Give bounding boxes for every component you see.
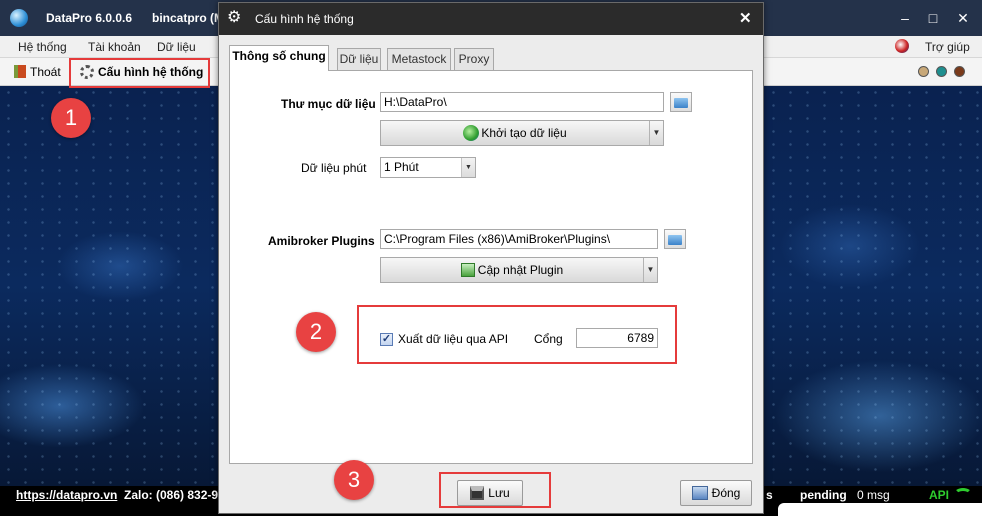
maximize-button[interactable]: □ — [922, 7, 944, 29]
zalo-contact: Zalo: (086) 832-9 — [124, 488, 219, 502]
browse-data-folder-button[interactable] — [670, 92, 692, 112]
app-logo-icon — [10, 9, 28, 27]
menu-tai-khoan[interactable]: Tài khoản — [88, 40, 141, 54]
msg-count: 0 msg — [857, 488, 890, 502]
website-link[interactable]: https://datapro.vn — [16, 488, 117, 502]
amibroker-label: Amibroker Plugins — [268, 234, 375, 248]
dialog-title: Cấu hình hệ thống — [255, 12, 354, 26]
minimize-button[interactable]: – — [894, 7, 916, 29]
init-data-label: Khởi tạo dữ liệu — [481, 126, 567, 140]
status-dot-1 — [918, 66, 929, 77]
update-plugin-button[interactable]: Cập nhật Plugin ▼ — [380, 257, 658, 283]
tab-du-lieu[interactable]: Dữ liệu — [337, 48, 381, 70]
highlight-save-button — [439, 472, 551, 508]
minute-data-value: 1 Phút — [384, 160, 419, 174]
chevron-down-icon: ▼ — [461, 158, 475, 177]
menu-tro-giup[interactable]: Trợ giúp — [925, 40, 970, 54]
api-status: API — [929, 488, 950, 502]
update-plugin-dropdown-icon[interactable]: ▼ — [643, 258, 657, 282]
exit-icon — [14, 65, 26, 78]
status-dot-2 — [936, 66, 947, 77]
folder-icon — [674, 98, 688, 108]
amibroker-path-input[interactable]: C:\Program Files (x86)\AmiBroker\Plugins… — [380, 229, 658, 249]
tab-panel-general: Thư mục dữ liệu H:\DataPro\ Khởi tạo dữ … — [229, 70, 753, 464]
highlight-system-config — [69, 58, 210, 88]
exit-button[interactable]: Thoát — [14, 62, 61, 82]
exit-door-icon — [691, 486, 708, 500]
close-button[interactable]: Đóng — [680, 480, 752, 506]
tab-proxy[interactable]: Proxy — [454, 48, 494, 70]
exit-button-label: Thoát — [30, 65, 61, 79]
step-badge-1: 1 — [51, 98, 91, 138]
folder-icon — [668, 235, 682, 245]
tab-thong-so-chung[interactable]: Thông số chung — [229, 45, 329, 71]
menu-du-lieu[interactable]: Dữ liệu — [157, 40, 196, 54]
minute-data-label: Dữ liệu phút — [301, 161, 367, 175]
minute-data-select[interactable]: 1 Phút ▼ — [380, 157, 476, 178]
overlay-corner — [778, 503, 982, 516]
status-dot-3 — [954, 66, 965, 77]
menu-he-thong[interactable]: Hệ thống — [18, 40, 67, 54]
app-title: DataPro 6.0.0.6 — [46, 11, 133, 25]
status-partial: s — [766, 488, 773, 502]
data-folder-label: Thư mục dữ liệu — [281, 97, 376, 111]
close-button-label: Đóng — [711, 486, 741, 500]
tab-metastock[interactable]: Metastock — [387, 48, 451, 70]
update-icon — [460, 263, 475, 277]
browse-amibroker-button[interactable] — [664, 229, 686, 249]
dialog-titlebar: ⚙ Cấu hình hệ thống ✕ — [219, 3, 763, 35]
system-config-dialog: ⚙ Cấu hình hệ thống ✕ Thông số chung Dữ … — [218, 2, 764, 514]
wifi-icon — [954, 488, 972, 500]
step-badge-2: 2 — [296, 312, 336, 352]
step-badge-3: 3 — [334, 460, 374, 500]
init-data-button[interactable]: Khởi tạo dữ liệu ▼ — [380, 120, 664, 146]
help-globe-icon — [895, 39, 909, 53]
app-close-button[interactable]: ✕ — [952, 7, 974, 29]
highlight-api-export — [357, 305, 677, 364]
dialog-close-button[interactable]: ✕ — [739, 9, 752, 27]
update-plugin-label: Cập nhật Plugin — [477, 263, 564, 277]
pending-status: pending — [800, 488, 847, 502]
gear-icon: ⚙ — [227, 9, 242, 26]
data-folder-input[interactable]: H:\DataPro\ — [380, 92, 664, 112]
refresh-icon — [463, 125, 480, 141]
app-user-label: bincatpro (M — [152, 11, 218, 25]
init-data-dropdown-icon[interactable]: ▼ — [649, 121, 663, 145]
